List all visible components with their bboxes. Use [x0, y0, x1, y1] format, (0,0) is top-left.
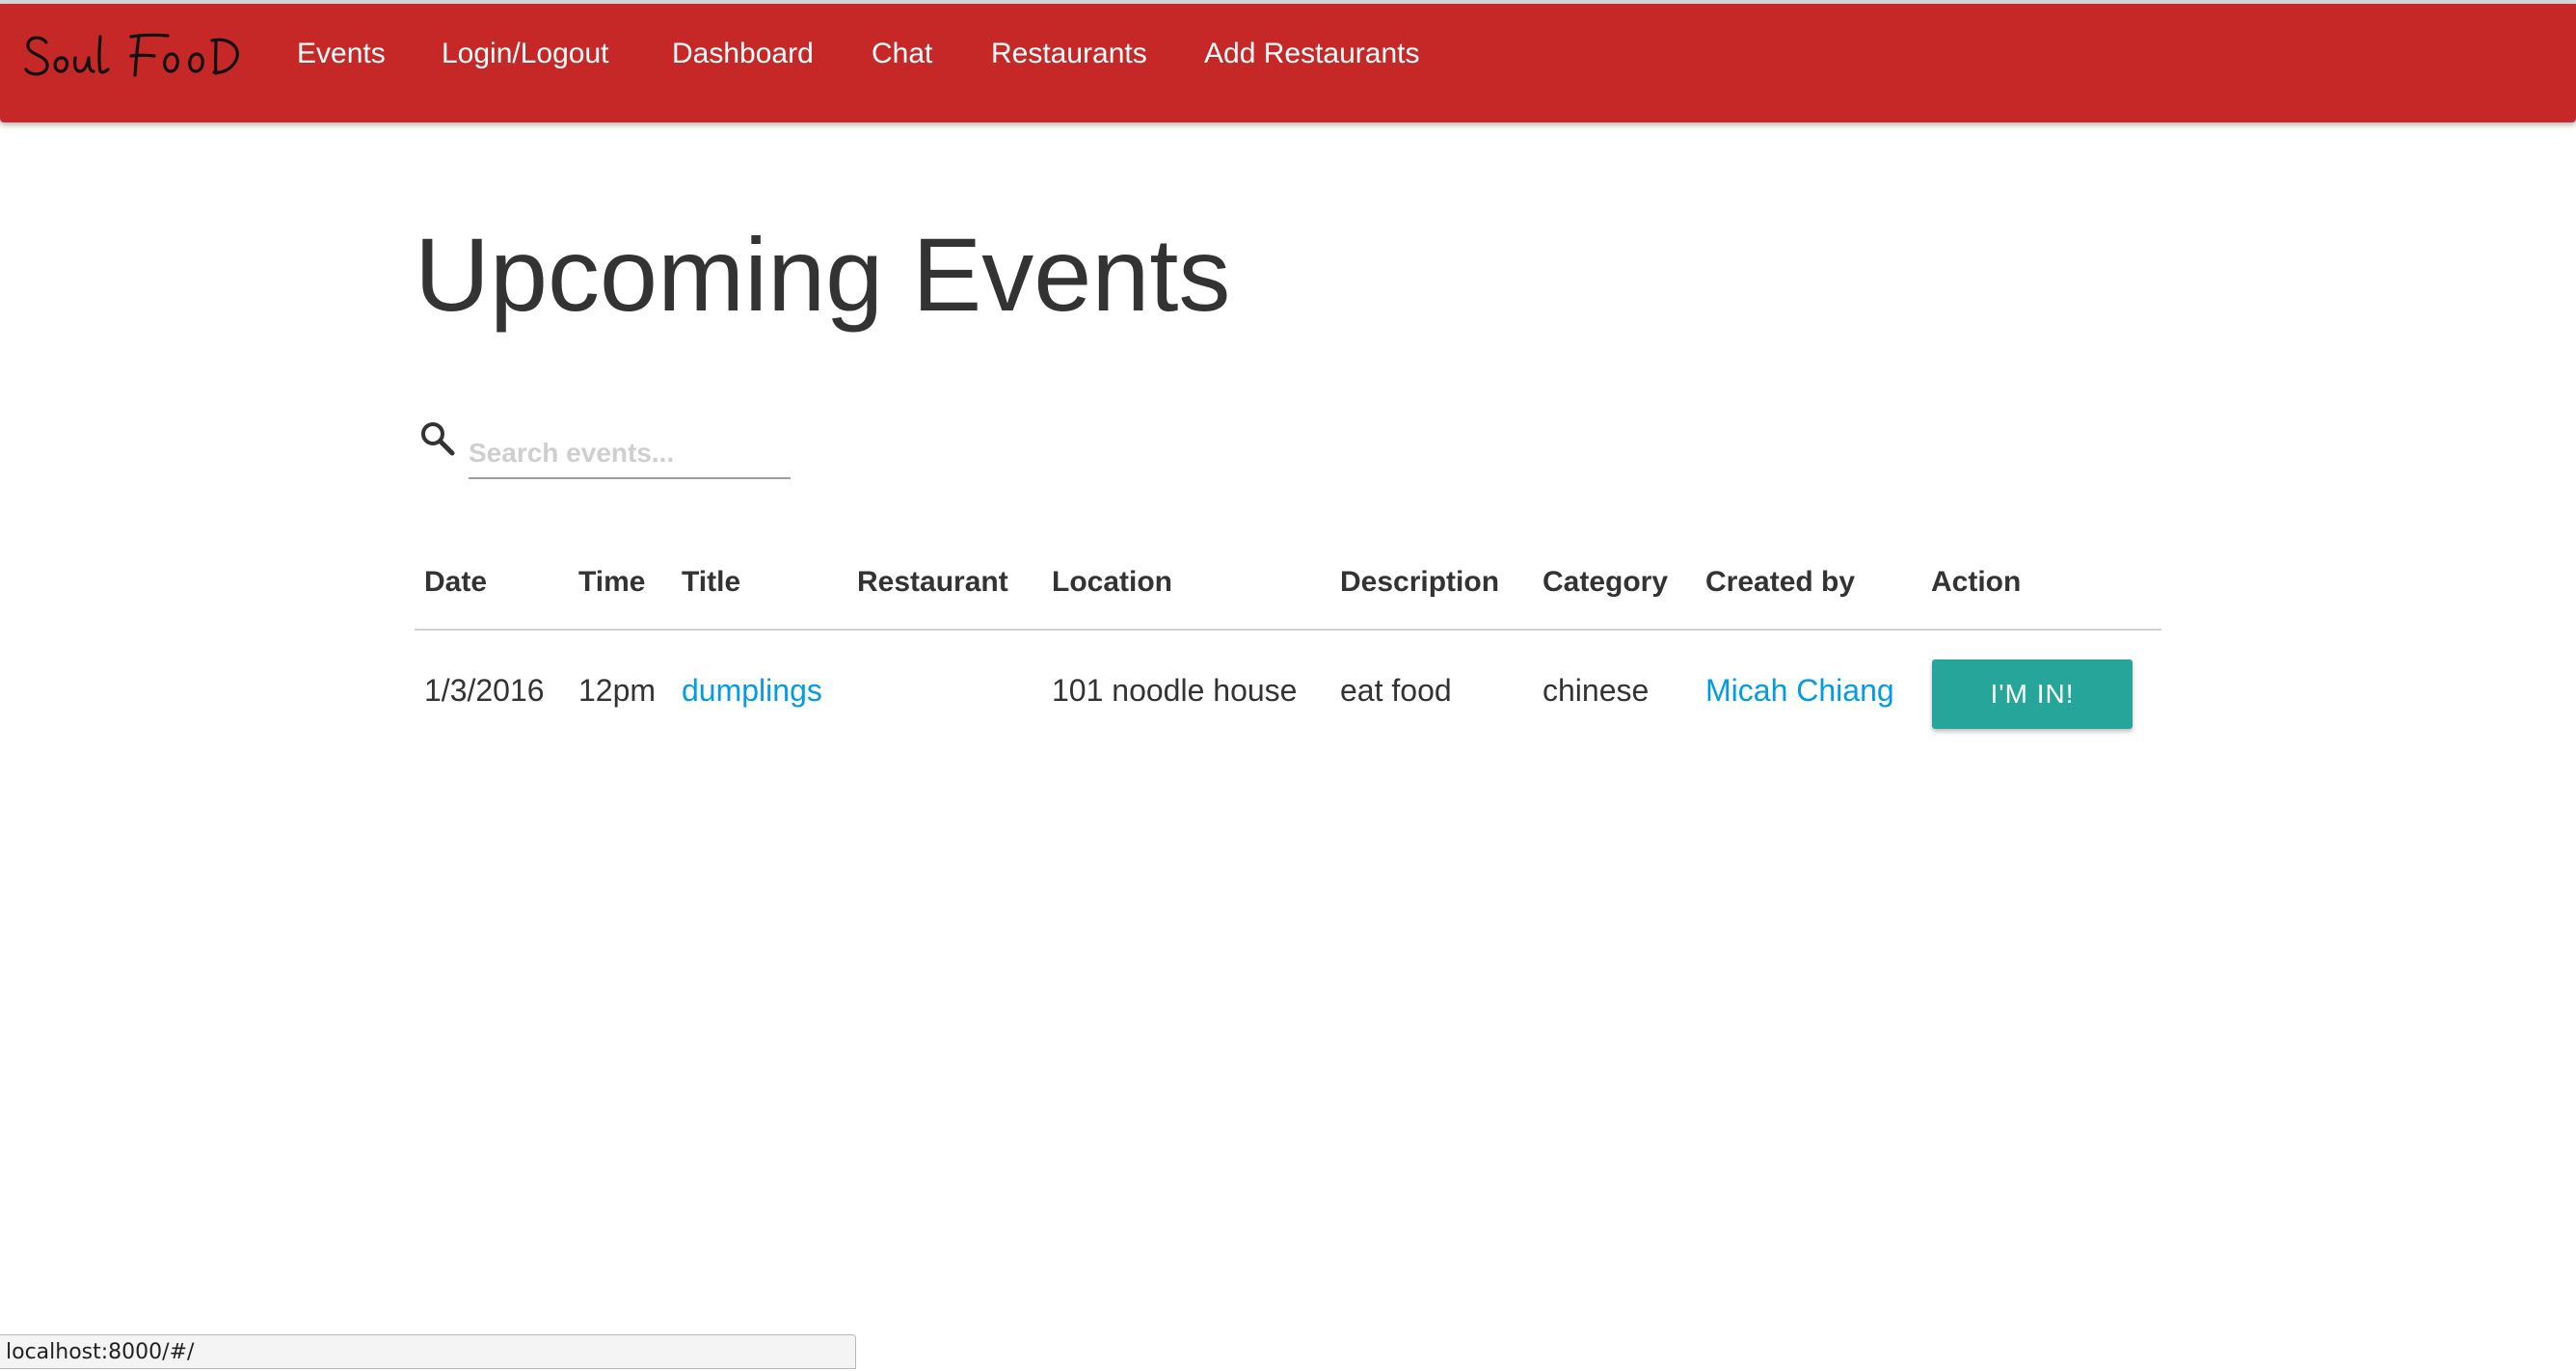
event-description: eat food: [1340, 673, 1452, 708]
table-header-row: Date Time Title Restaurant Location Desc…: [415, 550, 2161, 631]
page-title: Upcoming Events: [415, 216, 1231, 333]
nav-events[interactable]: Events: [297, 35, 386, 73]
event-creator-link[interactable]: Micah Chiang: [1705, 671, 1894, 710]
brand-logo[interactable]: Soul Food: [23, 23, 241, 91]
table-row: 1/3/2016 12pm dumplings 101 noodle house…: [415, 631, 2161, 756]
status-url: localhost:8000/#/: [6, 1340, 195, 1364]
nav-login-logout[interactable]: Login/Logout: [442, 35, 609, 73]
column-header-location: Location: [1052, 566, 1172, 598]
browser-status-bar: localhost:8000/#/: [0, 1334, 856, 1369]
nav-restaurants[interactable]: Restaurants: [991, 35, 1147, 73]
event-location: 101 noodle house: [1052, 673, 1298, 708]
column-header-category: Category: [1543, 566, 1669, 598]
column-header-date: Date: [424, 566, 488, 598]
nav-add-restaurants[interactable]: Add Restaurants: [1204, 35, 1419, 73]
nav-dashboard[interactable]: Dashboard: [672, 35, 814, 73]
im-in-button[interactable]: I'M IN!: [1932, 659, 2133, 729]
column-header-description: Description: [1340, 566, 1500, 598]
column-header-restaurant: Restaurant: [857, 566, 1008, 598]
search-icon: [421, 422, 455, 456]
event-title-link[interactable]: dumplings: [682, 671, 822, 710]
event-time: 12pm: [578, 673, 657, 708]
column-header-time: Time: [578, 566, 646, 598]
column-header-action: Action: [1931, 566, 2022, 598]
column-header-title: Title: [682, 566, 741, 598]
navbar: Soul Food: [0, 4, 2576, 122]
nav-chat[interactable]: Chat: [872, 35, 932, 73]
brand-script-logo: [24, 33, 239, 77]
event-category: chinese: [1543, 673, 1650, 708]
search-input[interactable]: [469, 429, 791, 479]
column-header-created-by: Created by: [1705, 566, 1856, 598]
event-date: 1/3/2016: [424, 673, 545, 708]
